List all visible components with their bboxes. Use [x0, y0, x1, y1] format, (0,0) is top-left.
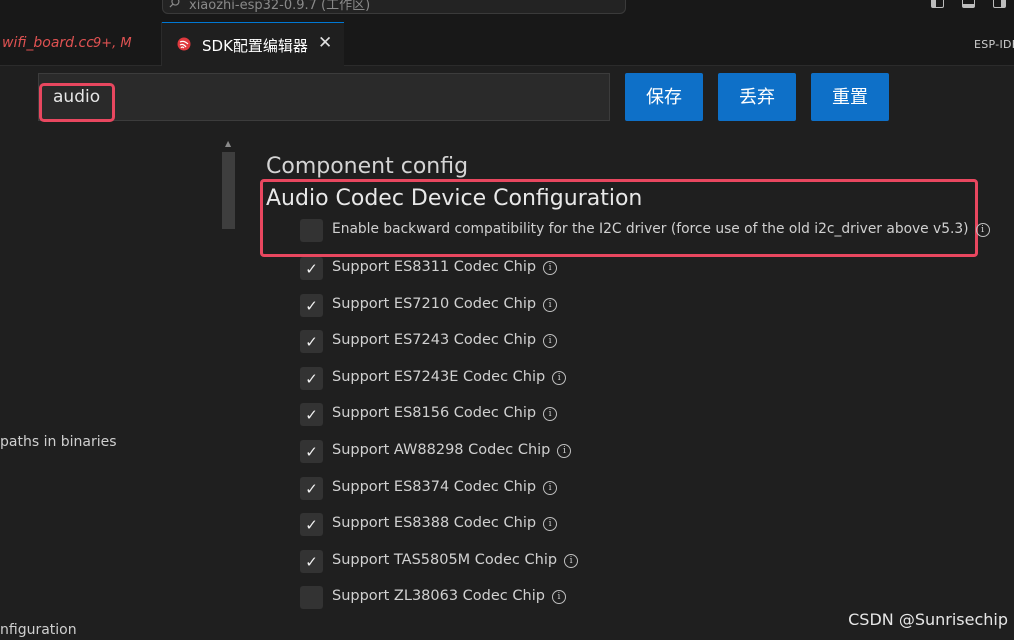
- info-icon[interactable]: i: [543, 481, 558, 495]
- toggle-secondary-sidebar-icon[interactable]: [993, 0, 1006, 8]
- checkbox-checked[interactable]: ✓: [300, 367, 323, 390]
- checkbox-checked[interactable]: ✓: [300, 330, 323, 353]
- option-label: Support ES7243E Codec Chip i: [332, 369, 567, 385]
- checkbox-checked[interactable]: ✓: [300, 294, 323, 317]
- option-label: Support ES7210 Codec Chip i: [332, 296, 558, 312]
- tab-wifi-board[interactable]: wifi_board.cc 9+, M: [0, 22, 162, 66]
- tree-item[interactable]: paths in binaries: [0, 434, 117, 450]
- checkbox-checked[interactable]: ✓: [300, 440, 323, 463]
- checkbox-checked[interactable]: ✓: [300, 477, 323, 500]
- info-icon[interactable]: i: [543, 517, 558, 531]
- command-center-search[interactable]: xiaozhi-esp32-0.9.7 (工作区): [162, 0, 626, 14]
- tab-sdk-config-editor[interactable]: SDK配置编辑器 ✕: [162, 22, 344, 66]
- tab-status: 9+, M: [93, 36, 132, 51]
- search-input[interactable]: [45, 80, 453, 114]
- info-icon[interactable]: i: [543, 334, 558, 348]
- checkbox-checked[interactable]: ✓: [300, 513, 323, 536]
- option-label: Support ZL38063 Codec Chip i: [332, 588, 566, 604]
- option-label: Support ES8388 Codec Chip i: [332, 515, 558, 531]
- layout-controls: [931, 0, 1014, 12]
- info-icon[interactable]: i: [557, 444, 572, 458]
- info-icon[interactable]: i: [543, 298, 558, 312]
- option-label: Support ES8311 Codec Chip i: [332, 259, 558, 275]
- tab-label: wifi_board.cc: [2, 35, 94, 51]
- option-label: Support ES8374 Codec Chip i: [332, 479, 558, 495]
- info-icon[interactable]: i: [552, 371, 567, 385]
- checkbox-checked[interactable]: ✓: [300, 257, 323, 280]
- info-icon[interactable]: i: [975, 223, 990, 237]
- title-bar: xiaozhi-esp32-0.9.7 (工作区): [0, 0, 1014, 22]
- info-icon[interactable]: i: [564, 554, 579, 568]
- espressif-icon: [177, 37, 191, 51]
- tree-item[interactable]: nfiguration: [0, 622, 77, 638]
- close-icon[interactable]: ✕: [318, 33, 332, 53]
- discard-button[interactable]: 丢弃: [718, 73, 796, 121]
- scrollbar-thumb[interactable]: [222, 152, 235, 229]
- group-title: Audio Codec Device Configuration: [266, 186, 643, 211]
- checkbox[interactable]: [300, 586, 323, 609]
- watermark: CSDN @Sunrisechip: [848, 610, 1008, 629]
- option-label: Support AW88298 Codec Chip i: [332, 442, 572, 458]
- section-title: Component config: [266, 154, 469, 179]
- info-icon[interactable]: i: [551, 590, 566, 604]
- toggle-primary-sidebar-icon[interactable]: [931, 0, 944, 8]
- info-icon[interactable]: i: [543, 261, 558, 275]
- option-label: Support ES7243 Codec Chip i: [332, 332, 558, 348]
- esp-idf-label[interactable]: ESP-IDF: [974, 38, 1014, 51]
- checkbox[interactable]: [300, 219, 323, 242]
- scroll-up-arrow-icon[interactable]: ▲: [225, 139, 231, 148]
- option-label: Enable backward compatibility for the I2…: [332, 221, 990, 237]
- search-field[interactable]: [38, 73, 610, 121]
- checkbox-checked[interactable]: ✓: [300, 550, 323, 573]
- option-label: Support TAS5805M Codec Chip i: [332, 552, 579, 568]
- editor-tab-bar: wifi_board.cc 9+, M SDK配置编辑器 ✕ ESP-IDF: [0, 22, 1014, 66]
- tab-label: SDK配置编辑器: [202, 37, 308, 55]
- info-icon[interactable]: i: [543, 407, 558, 421]
- reset-button[interactable]: 重置: [811, 73, 889, 121]
- toggle-panel-icon[interactable]: [962, 0, 975, 8]
- checkbox-checked[interactable]: ✓: [300, 403, 323, 426]
- save-button[interactable]: 保存: [625, 73, 703, 121]
- search-icon: [169, 0, 180, 8]
- option-label: Support ES8156 Codec Chip i: [332, 405, 558, 421]
- workspace-title: xiaozhi-esp32-0.9.7 (工作区): [189, 0, 371, 13]
